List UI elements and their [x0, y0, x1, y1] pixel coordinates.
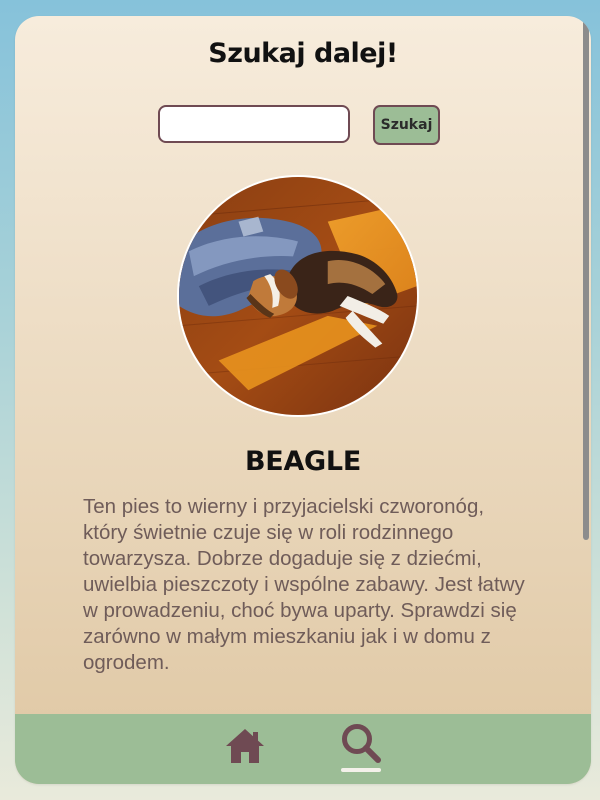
dog-photo [177, 175, 419, 417]
search-input[interactable] [158, 105, 350, 143]
nav-home-button[interactable] [223, 726, 267, 766]
search-button[interactable]: Szukaj [373, 105, 440, 145]
bottom-nav [15, 714, 591, 784]
active-tab-indicator [341, 768, 381, 772]
main-card: Szukaj dalej! Szukaj BEAGLE Ten pies to … [15, 16, 591, 784]
breed-description: Ten pies to wierny i przyjacielski czwor… [83, 495, 525, 674]
scrollbar-thumb[interactable] [583, 18, 589, 540]
content-area: Szukaj dalej! Szukaj BEAGLE Ten pies to … [15, 16, 591, 714]
breed-name: BEAGLE [245, 446, 361, 477]
nav-search-button[interactable] [339, 722, 383, 774]
home-icon [226, 729, 264, 763]
search-icon [342, 724, 381, 763]
page-title: Szukaj dalej! [208, 38, 398, 69]
